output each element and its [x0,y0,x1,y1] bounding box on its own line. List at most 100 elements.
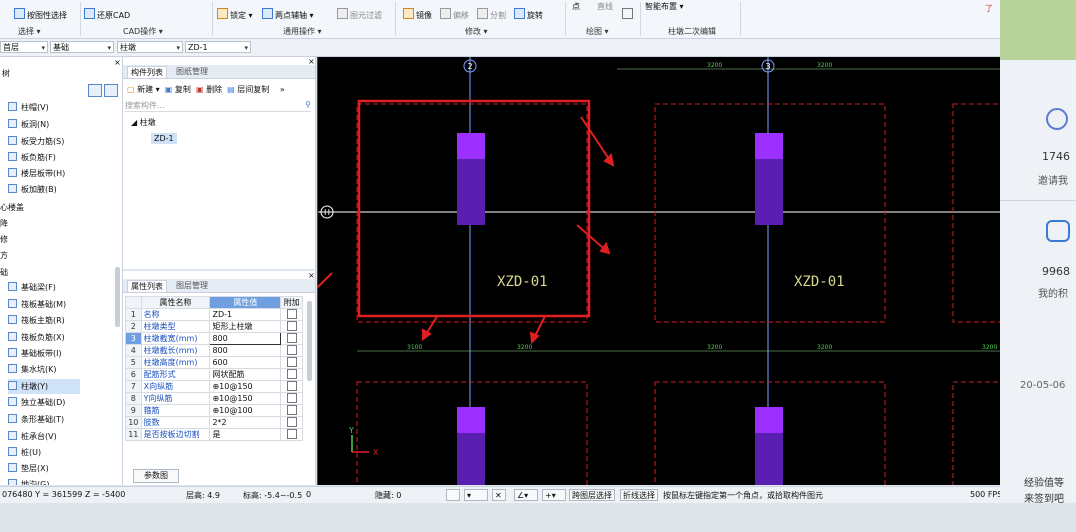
prop-checkbox-cell[interactable] [280,416,303,429]
ortho-icon[interactable] [446,489,460,501]
tab-drawing-manager[interactable]: 图纸管理 [173,66,211,77]
sidebar-item[interactable]: 楼层板带(H) [8,166,80,181]
close-icon[interactable]: × [114,58,121,67]
prop-checkbox-cell[interactable] [280,320,303,333]
sidebar-item[interactable]: 地沟(G) [8,477,80,485]
drawing-canvas[interactable]: 2 3 H 3200 3200 3100 3200 3200 3200 3200… [317,57,1000,485]
table-row[interactable]: 7 X向纵筋 ⊕10@150 [125,380,303,393]
snap-icon[interactable]: ▾ [464,489,488,501]
prop-v[interactable]: 是 [209,428,282,441]
sidebar-item[interactable]: 础 [0,265,60,280]
checkbox[interactable] [286,405,297,415]
element-select[interactable]: ZD-1 ▾ [185,41,251,53]
table-row[interactable]: 3 柱墩截宽(mm) 800 [125,332,303,345]
prop-v[interactable]: ⊕10@100 [209,404,282,417]
tree-item-zd1[interactable]: ZD-1 [151,133,177,144]
sidebar-item[interactable]: 条形基础(T) [8,412,80,427]
prop-checkbox-cell[interactable] [280,404,303,417]
tree-root[interactable]: ◢ 柱墩 [131,117,156,128]
search-box[interactable]: 搜索构件... ⚲ [125,100,311,112]
floor-copy-button[interactable]: ▤ 层间复制 [227,85,269,94]
prop-v[interactable]: ⊕10@150 [209,392,282,405]
mirror-button[interactable]: 镜像 [403,8,432,21]
checkbox[interactable] [286,357,297,367]
rotate-button[interactable]: 旋转 [514,8,543,21]
line-button[interactable]: 直线 [597,1,613,12]
prop-v[interactable]: 网状配筋 [209,368,282,381]
floor-select[interactable]: 首层 ▾ [0,41,48,53]
sidebar-item[interactable]: 方 [0,248,60,263]
close-icon[interactable]: × [308,271,315,280]
checkbox[interactable] [286,381,297,391]
table-row[interactable]: 1 名称 ZD-1 [125,308,303,321]
rectangle-icon[interactable] [622,8,633,19]
split-button[interactable]: 分割 [477,8,506,21]
table-row[interactable]: 10 肢数 2*2 [125,416,303,429]
close-icon[interactable]: × [308,57,315,66]
sidebar-item[interactable]: 独立基础(D) [8,395,80,410]
prop-checkbox-cell[interactable] [280,344,303,357]
table-row[interactable]: 11 是否按板边切割是 [125,428,303,441]
checkbox[interactable] [286,429,297,439]
prop-checkbox-cell[interactable] [280,392,303,405]
search-icon[interactable]: ⚲ [305,100,311,109]
cross-icon[interactable]: ✕ [492,489,506,501]
lock-button[interactable]: 锁定 ▾ [217,8,253,21]
sidebar-item[interactable]: 板洞(N) [8,117,80,132]
list-view-icon[interactable] [88,84,102,97]
smart-layout-button[interactable]: 智能布置 ▾ [645,1,684,12]
sidebar-item[interactable]: 筏板负筋(X) [8,330,80,345]
checkbox[interactable] [286,345,297,355]
props-scrollbar[interactable] [307,301,312,381]
prop-checkbox-cell[interactable] [280,428,303,441]
category-select[interactable]: 基础 ▾ [50,41,114,53]
angle-icon[interactable]: ∠▾ [514,489,538,501]
sidebar-item[interactable]: 降 [0,216,60,231]
checkbox[interactable] [286,321,297,331]
coins-icon[interactable] [1046,220,1070,242]
sidebar-item[interactable]: 修 [0,232,60,247]
checkbox[interactable] [286,417,297,427]
sidebar-item[interactable]: 集水坑(K) [8,362,80,377]
tab-component-list[interactable]: 构件列表 [127,66,167,78]
sidebar-item[interactable]: 板加腋(B) [8,182,80,197]
sidebar-item[interactable]: 板负筋(F) [8,150,80,165]
prop-v[interactable]: 2*2 [209,416,282,429]
sidebar-item[interactable]: 桩承台(V) [8,429,80,444]
table-row[interactable]: 6 配筋形式 网状配筋 [125,368,303,381]
point-button[interactable]: 点 [572,1,580,12]
cross-layer-select-button[interactable]: 跨图层选择 [569,489,615,501]
prop-checkbox-cell[interactable] [280,380,303,393]
prop-checkbox-cell[interactable] [280,332,303,345]
tab-layer-manager[interactable]: 图层管理 [173,280,211,291]
type-select[interactable]: 柱墩 ▾ [117,41,183,53]
table-row[interactable]: 8 Y向纵筋 ⊕10@150 [125,392,303,405]
sidebar-item[interactable]: 心楼盖 [0,200,60,215]
offset-button[interactable]: 偏移 [440,8,469,21]
prop-v[interactable]: 800 [209,344,282,357]
grid-view-icon[interactable] [104,84,118,97]
two-point-axis-button[interactable]: 两点辅轴 ▾ [262,8,314,21]
nav-scrollbar[interactable] [115,267,120,327]
sidebar-item[interactable]: 桩(U) [8,445,80,460]
more-icon[interactable]: » [280,85,285,94]
checkbox[interactable] [286,369,297,379]
search-input[interactable]: 搜索构件... [125,101,165,110]
sidebar-item[interactable]: 基础板带(I) [8,346,80,361]
table-row[interactable]: 9 箍筋 ⊕10@100 [125,404,303,417]
polyline-select-button[interactable]: 折线选择 [620,489,658,501]
attr-select-button[interactable]: 按图性选择 [14,8,67,21]
table-row[interactable]: 5 柱墩高度(mm) 600 [125,356,303,369]
prop-v[interactable]: 矩形上柱墩 [209,320,282,333]
prop-checkbox-cell[interactable] [280,368,303,381]
checkbox[interactable] [286,393,297,403]
copy-button[interactable]: ▣ 复制 [165,85,191,94]
sidebar-item[interactable]: 板受力筋(S) [8,134,80,149]
offset-icon[interactable]: +▾ [542,489,566,501]
sidebar-item[interactable]: 垫层(X) [8,461,80,476]
sidebar-item[interactable]: 柱帽(V) [8,100,80,115]
checkbox[interactable] [286,309,297,319]
delete-button[interactable]: ▣ 删除 [196,85,222,94]
param-diagram-button[interactable]: 参数图 [133,469,179,483]
prop-v[interactable]: 600 [209,356,282,369]
